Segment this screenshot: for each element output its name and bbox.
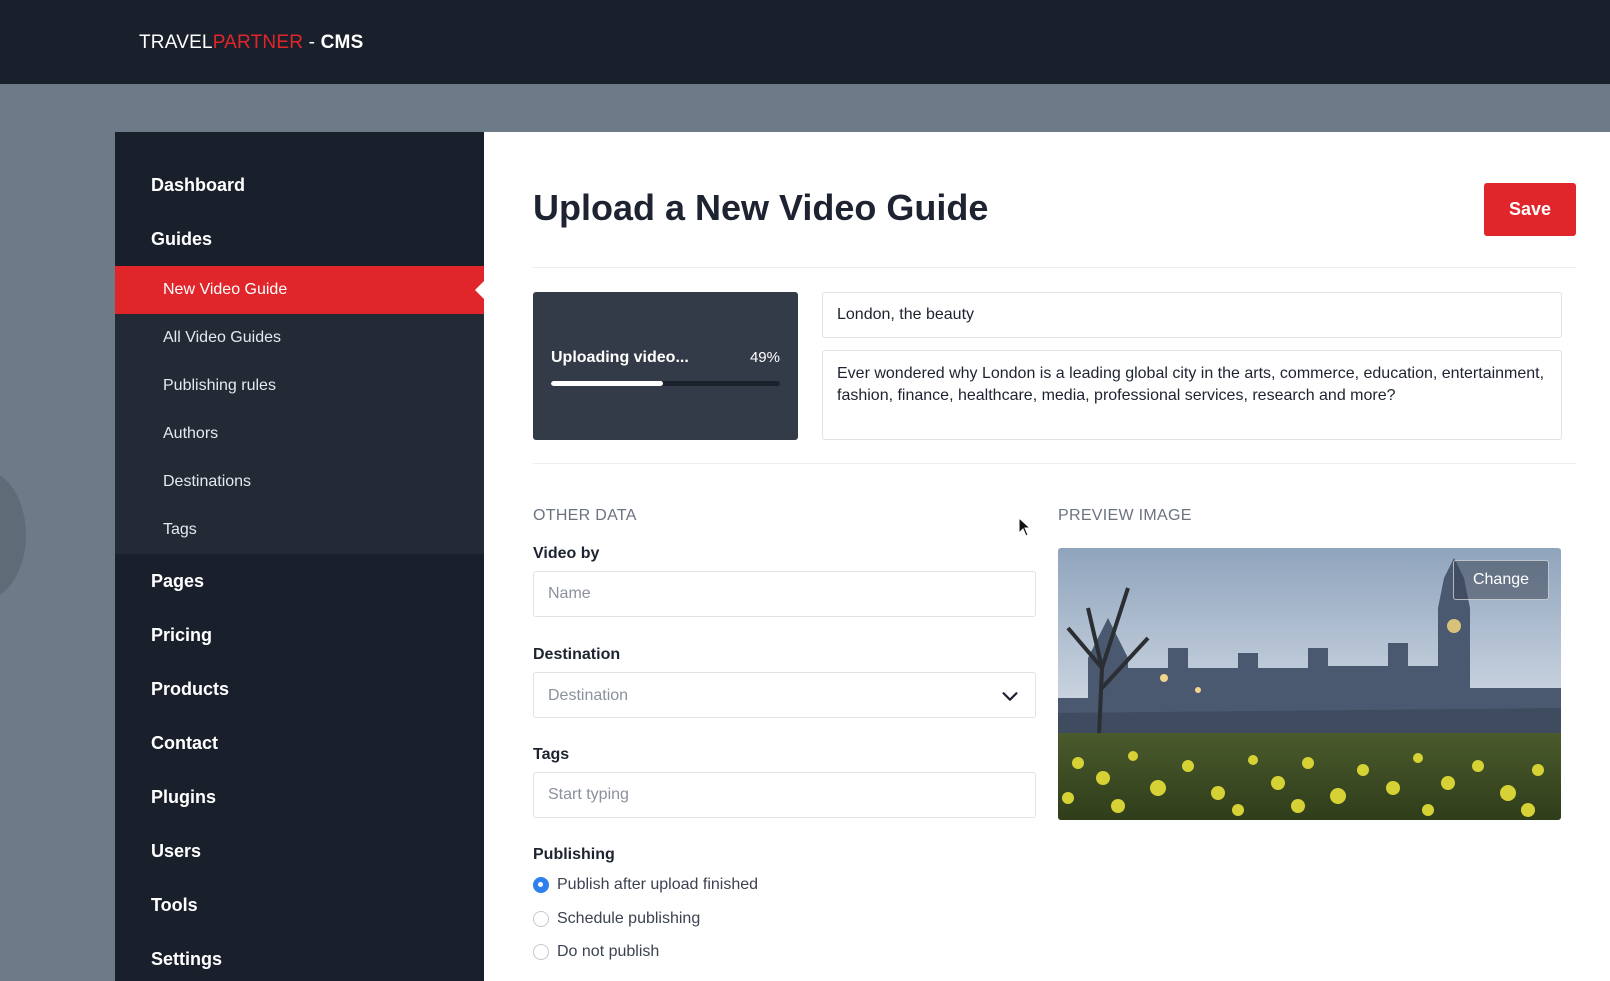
change-image-button[interactable]: Change	[1453, 560, 1549, 600]
sidebar-item-contact[interactable]: Contact	[115, 716, 484, 770]
preview-image: Change	[1058, 548, 1561, 820]
brand-separator: -	[303, 32, 321, 53]
mouse-cursor-icon	[1018, 517, 1032, 537]
radio-label: Do not publish	[557, 943, 660, 960]
tags-input[interactable]	[533, 772, 1036, 818]
sidebar: Dashboard Guides New Video Guide All Vid…	[115, 132, 485, 981]
upload-progress-fill	[551, 381, 664, 386]
sidebar-item-guides[interactable]: Guides	[115, 212, 484, 266]
upload-status-label: Uploading video...	[551, 349, 689, 366]
video-description-input[interactable]: Ever wondered why London is a leading gl…	[822, 350, 1562, 440]
publishing-label: Publishing	[533, 846, 615, 863]
sidebar-subitem-authors[interactable]: Authors	[115, 410, 484, 458]
radio-button[interactable]	[533, 911, 549, 927]
video-by-input[interactable]	[533, 571, 1036, 617]
brand-part-cms: CMS	[320, 32, 364, 53]
destination-label: Destination	[533, 646, 621, 663]
brand-part-travel: TRAVEL	[139, 32, 213, 53]
app-shell: Dashboard Guides New Video Guide All Vid…	[115, 132, 1610, 981]
radio-do-not-publish[interactable]: Do not publish	[533, 941, 659, 963]
preview-image-heading: PREVIEW IMAGE	[1058, 507, 1192, 524]
divider	[533, 463, 1576, 464]
sidebar-item-pricing[interactable]: Pricing	[115, 608, 484, 662]
main-content: Upload a New Video Guide Save Uploading …	[484, 132, 1610, 981]
tags-label: Tags	[533, 746, 570, 763]
upload-progress-bar	[551, 381, 780, 386]
radio-publish-after-upload[interactable]: Publish after upload finished	[533, 874, 758, 896]
sidebar-item-settings[interactable]: Settings	[115, 932, 484, 981]
chevron-down-icon	[1002, 692, 1018, 701]
radio-button[interactable]	[533, 877, 549, 893]
brand-logo[interactable]: TRAVELPARTNER - CMS	[139, 32, 363, 54]
top-bar: TRAVELPARTNER - CMS	[0, 0, 1610, 84]
upload-progress-panel: Uploading video... 49%	[533, 292, 798, 440]
radio-button[interactable]	[533, 944, 549, 960]
sidebar-subnav-guides: New Video Guide All Video Guides Publish…	[115, 266, 485, 554]
brand-part-partner: PARTNER	[212, 32, 304, 53]
sidebar-subitem-publishing-rules[interactable]: Publishing rules	[115, 362, 484, 410]
radio-schedule-publishing[interactable]: Schedule publishing	[533, 908, 700, 930]
other-data-heading: OTHER DATA	[533, 507, 637, 524]
save-button[interactable]: Save	[1484, 183, 1576, 236]
radio-label: Schedule publishing	[557, 910, 701, 927]
sidebar-item-plugins[interactable]: Plugins	[115, 770, 484, 824]
sidebar-subitem-all-video-guides[interactable]: All Video Guides	[115, 314, 484, 362]
sidebar-item-dashboard[interactable]: Dashboard	[115, 158, 484, 212]
sidebar-item-pages[interactable]: Pages	[115, 554, 484, 608]
sidebar-item-users[interactable]: Users	[115, 824, 484, 878]
destination-select[interactable]: Destination	[533, 672, 1036, 718]
video-by-label: Video by	[533, 545, 600, 562]
video-title-input[interactable]	[822, 292, 1562, 338]
destination-select-value: Destination	[548, 687, 629, 704]
sidebar-item-products[interactable]: Products	[115, 662, 484, 716]
upload-percent: 49%	[749, 349, 780, 366]
divider	[533, 267, 1576, 268]
sidebar-subitem-new-video-guide[interactable]: New Video Guide	[115, 266, 485, 314]
radio-label: Publish after upload finished	[557, 876, 759, 893]
sidebar-subitem-tags[interactable]: Tags	[115, 506, 484, 554]
sidebar-subitem-destinations[interactable]: Destinations	[115, 458, 484, 506]
sidebar-item-tools[interactable]: Tools	[115, 878, 484, 932]
backdrop-shape	[0, 470, 26, 600]
page-title: Upload a New Video Guide	[533, 187, 989, 228]
